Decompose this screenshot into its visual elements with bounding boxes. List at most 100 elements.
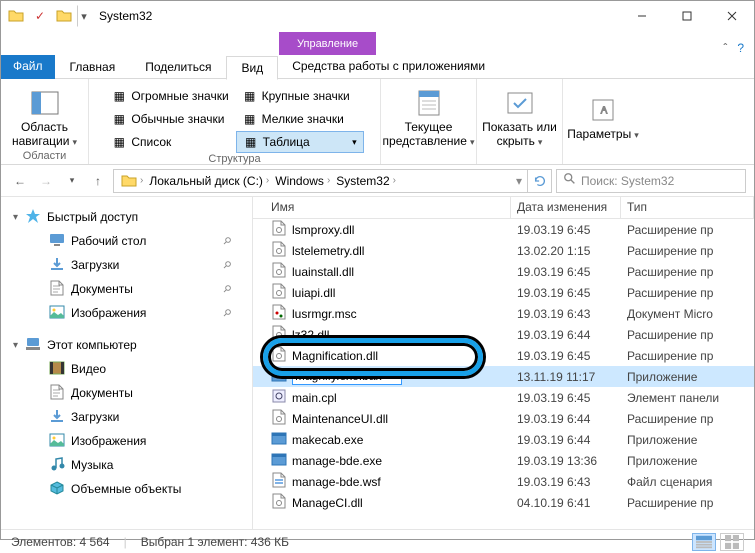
navigation-pane-icon <box>29 87 61 119</box>
nav-quick-access[interactable]: ▾ Быстрый доступ <box>11 205 252 229</box>
view-mode-item[interactable]: ▦Обычные значки <box>105 108 234 130</box>
file-icon <box>271 472 287 491</box>
tab-share[interactable]: Поделиться <box>130 55 226 79</box>
file-row[interactable]: makecab.exe19.03.19 6:44Приложение <box>253 429 754 450</box>
file-icon <box>271 262 287 281</box>
file-icon <box>271 220 287 239</box>
search-input[interactable]: Поиск: System32 <box>556 169 746 193</box>
refresh-button[interactable] <box>527 170 551 192</box>
addr-dropdown-icon[interactable]: ▾ <box>511 174 527 188</box>
file-icon <box>271 388 287 407</box>
up-button[interactable]: ↑ <box>87 170 109 192</box>
nav-item[interactable]: Загрузки <box>11 405 252 429</box>
file-row[interactable]: luiapi.dll19.03.19 6:45Расширение пр <box>253 282 754 303</box>
file-icon <box>271 283 287 302</box>
nav-item[interactable]: Изображения⚲ <box>11 301 252 325</box>
tab-home[interactable]: Главная <box>55 55 131 79</box>
pin-icon: ⚲ <box>220 235 233 248</box>
file-row[interactable]: lstelemetry.dll13.02.20 1:15Расширение п… <box>253 240 754 261</box>
navigation-pane[interactable]: ▾ Быстрый доступ Рабочий стол⚲Загрузки⚲Д… <box>1 197 253 529</box>
file-row[interactable]: MaintenanceUI.dll19.03.19 6:44Расширение… <box>253 408 754 429</box>
options-button[interactable]: Параметры <box>565 90 641 142</box>
breadcrumb[interactable]: › Локальный диск (C:)› Windows› System32… <box>113 169 552 193</box>
search-icon <box>563 172 577 189</box>
view-mode-item[interactable]: ▦Мелкие значки <box>236 108 364 130</box>
nav-item[interactable]: Видео <box>11 357 252 381</box>
expand-icon[interactable]: ▾ <box>13 212 18 223</box>
file-icon <box>271 367 287 386</box>
view-mode-item[interactable]: ▦Крупные значки <box>236 85 364 107</box>
file-row[interactable]: lusrmgr.msc19.03.19 6:43Документ Micro <box>253 303 754 324</box>
view-large-button[interactable] <box>720 533 744 551</box>
breadcrumb-item[interactable]: Локальный диск (C:) <box>149 174 263 188</box>
pictures-icon <box>49 432 65 451</box>
file-list[interactable]: Имя Дата изменения Тип lsmproxy.dll19.03… <box>253 197 754 529</box>
view-mode-icon: ▦ <box>242 88 258 104</box>
view-mode-item[interactable]: ▦Таблица▾ <box>236 131 364 153</box>
ribbon-collapse-icon[interactable]: ˆ <box>723 41 727 55</box>
documents-icon <box>49 280 65 299</box>
show-hide-button[interactable]: Показать или скрыть <box>482 83 558 149</box>
view-mode-item[interactable]: ▦Огромные значки <box>105 85 234 107</box>
pc-icon <box>25 336 41 355</box>
context-tab: Управление <box>279 32 376 55</box>
file-row[interactable]: Magnification.dll19.03.19 6:45Расширение… <box>253 345 754 366</box>
downloads-icon <box>49 408 65 427</box>
nav-item[interactable]: Загрузки⚲ <box>11 253 252 277</box>
file-row[interactable]: manage-bde.exe19.03.19 13:36Приложение <box>253 450 754 471</box>
recent-dropdown[interactable]: ▾ <box>61 170 83 192</box>
qat-folder-icon[interactable] <box>53 5 75 27</box>
minimize-button[interactable] <box>619 2 664 31</box>
nav-item[interactable]: Рабочий стол⚲ <box>11 229 252 253</box>
status-bar: Элементов: 4 564 | Выбран 1 элемент: 436… <box>1 529 754 553</box>
file-row[interactable]: lz32.dll19.03.19 6:44Расширение пр <box>253 324 754 345</box>
view-details-button[interactable] <box>692 533 716 551</box>
back-button[interactable]: ← <box>9 170 31 192</box>
documents-icon <box>49 384 65 403</box>
qat-pin-icon[interactable]: ✓ <box>29 5 51 27</box>
maximize-button[interactable] <box>664 2 709 31</box>
rename-input[interactable]: Magnify.exe.bak <box>292 368 402 385</box>
window-title: System32 <box>99 9 152 23</box>
file-tab[interactable]: Файл <box>1 55 55 79</box>
tab-view[interactable]: Вид <box>226 56 278 80</box>
nav-item[interactable]: Документы⚲ <box>11 277 252 301</box>
group-areas-label: Области <box>23 150 67 164</box>
nav-this-pc[interactable]: ▾ Этот компьютер <box>11 333 252 357</box>
file-row[interactable]: luainstall.dll19.03.19 6:45Расширение пр <box>253 261 754 282</box>
file-row[interactable]: ManageCI.dll04.10.19 6:41Расширение пр <box>253 492 754 513</box>
current-view-button[interactable]: Текущее представление <box>391 83 467 149</box>
nav-item[interactable]: Музыка <box>11 453 252 477</box>
expand-icon[interactable]: ▾ <box>13 340 18 351</box>
breadcrumb-item[interactable]: Windows <box>275 174 324 188</box>
help-icon[interactable]: ? <box>737 41 744 55</box>
desktop-icon <box>49 232 65 251</box>
file-row[interactable]: lsmproxy.dll19.03.19 6:45Расширение пр <box>253 219 754 240</box>
column-headers[interactable]: Имя Дата изменения Тип <box>253 197 754 219</box>
file-icon <box>271 430 287 449</box>
tab-apptools[interactable]: Средства работы с приложениями <box>278 55 499 78</box>
file-row[interactable]: manage-bde.wsf19.03.19 6:43Файл сценария <box>253 471 754 492</box>
view-mode-icon: ▦ <box>111 88 127 104</box>
breadcrumb-item[interactable]: System32 <box>336 174 389 188</box>
file-icon <box>271 346 287 365</box>
close-button[interactable] <box>709 2 754 31</box>
group-layout-label: Структура <box>208 153 260 167</box>
col-name[interactable]: Имя <box>253 197 511 218</box>
col-date[interactable]: Дата изменения <box>511 197 621 218</box>
forward-button[interactable]: → <box>35 170 57 192</box>
view-mode-item[interactable]: ▦Список <box>105 131 234 153</box>
file-icon <box>271 304 287 323</box>
qat-dropdown-icon[interactable]: ▾ <box>77 5 91 27</box>
nav-item[interactable]: Объемные объекты <box>11 477 252 501</box>
col-type[interactable]: Тип <box>621 197 754 218</box>
ribbon-tabstrip: Файл Главная Поделиться Вид Средства раб… <box>1 55 754 79</box>
downloads-icon <box>49 256 65 275</box>
view-mode-icon: ▦ <box>243 134 259 150</box>
file-row[interactable]: main.cpl19.03.19 6:45Элемент панели <box>253 387 754 408</box>
nav-item[interactable]: Документы <box>11 381 252 405</box>
file-row[interactable]: Magnify.exe.bak13.11.19 11:17Приложение <box>253 366 754 387</box>
nav-item[interactable]: Изображения <box>11 429 252 453</box>
view-mode-icon: ▦ <box>111 134 127 150</box>
navigation-pane-button[interactable]: Область навигации <box>7 83 83 149</box>
